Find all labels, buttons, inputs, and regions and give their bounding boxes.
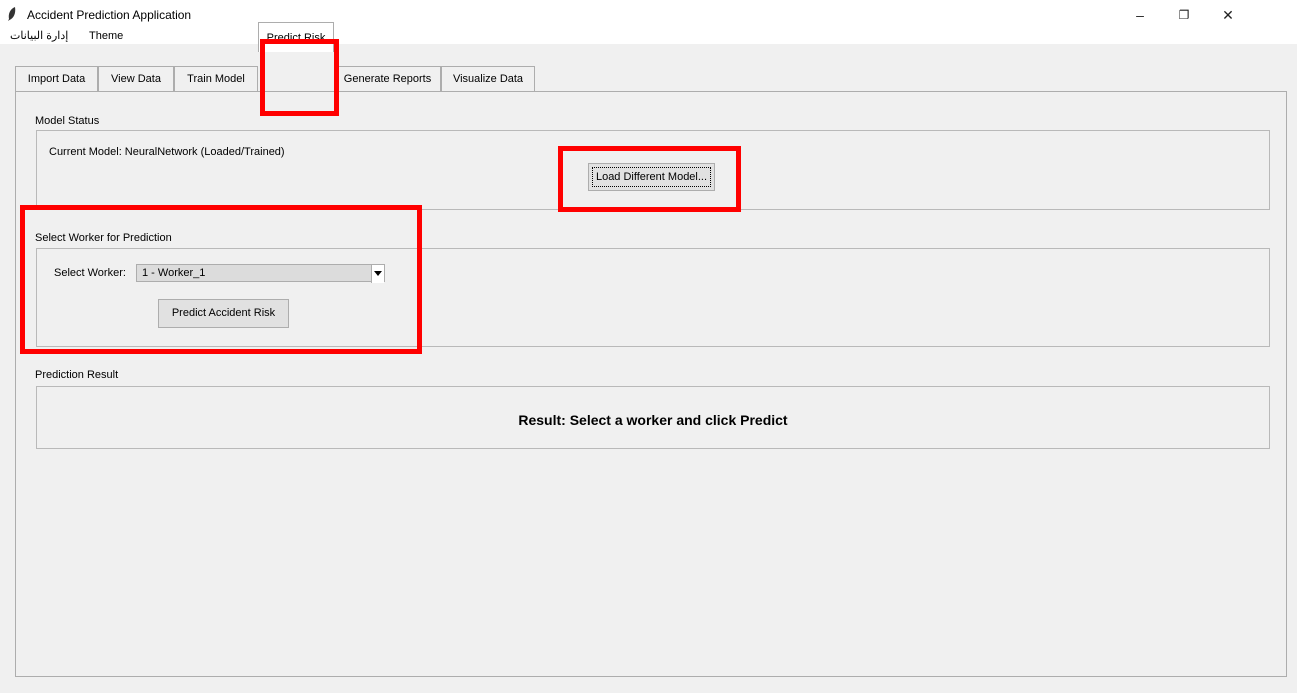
- tab-label: Visualize Data: [452, 73, 524, 85]
- title-bar: Accident Prediction Application – ❐ ✕: [0, 0, 1297, 28]
- tab-visualize-data[interactable]: Visualize Data: [441, 66, 535, 92]
- close-button[interactable]: ✕: [1206, 2, 1250, 28]
- minimize-button[interactable]: –: [1118, 2, 1162, 28]
- tab-view-data[interactable]: View Data: [98, 66, 174, 92]
- maximize-button[interactable]: ❐: [1162, 2, 1206, 28]
- annotation-box-load-model: [558, 146, 741, 212]
- tab-label: Train Model: [187, 73, 245, 85]
- menu-data-management[interactable]: إدارة البيانات: [10, 28, 68, 44]
- current-model-label: Current Model: NeuralNetwork (Loaded/Tra…: [49, 146, 285, 158]
- tab-train-model[interactable]: Train Model: [174, 66, 258, 92]
- tab-label: View Data: [111, 73, 161, 85]
- restore-icon: ❐: [1178, 8, 1190, 22]
- feather-icon: [8, 7, 16, 21]
- tab-label: Generate Reports: [343, 73, 432, 85]
- model-status-title: Model Status: [35, 115, 100, 127]
- result-text: Result: Select a worker and click Predic…: [518, 412, 788, 428]
- window-title: Accident Prediction Application: [27, 8, 192, 22]
- menu-bar: إدارة البيانات Theme: [0, 28, 1297, 44]
- prediction-result-title: Prediction Result: [35, 369, 119, 381]
- menu-theme[interactable]: Theme: [89, 28, 123, 44]
- annotation-box-worker-select: [20, 205, 422, 354]
- minimize-icon: –: [1136, 7, 1144, 23]
- tab-generate-reports[interactable]: Generate Reports: [334, 66, 441, 92]
- tab-import-data[interactable]: Import Data: [15, 66, 98, 92]
- annotation-box-predict-tab: [260, 39, 339, 116]
- tab-label: Import Data: [27, 73, 86, 85]
- prediction-result-frame: Result: Select a worker and click Predic…: [36, 386, 1270, 449]
- close-icon: ✕: [1222, 7, 1234, 23]
